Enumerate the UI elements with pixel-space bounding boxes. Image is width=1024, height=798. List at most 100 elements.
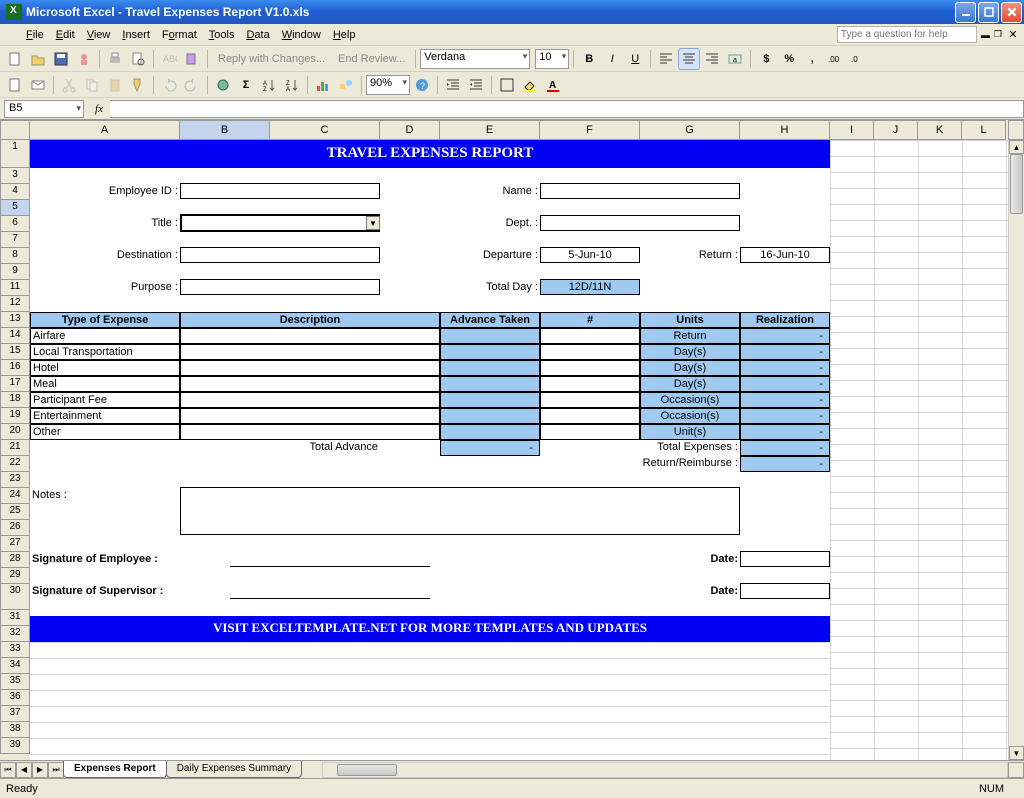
undo-button[interactable] xyxy=(158,74,180,96)
row-header-14[interactable]: 14 xyxy=(0,328,30,344)
window-close-button[interactable] xyxy=(1001,2,1022,23)
tab-next-button[interactable]: ▶ xyxy=(32,762,48,778)
table-cell-num-1[interactable] xyxy=(540,344,640,360)
align-left-button[interactable] xyxy=(655,48,677,70)
table-cell-advance-4[interactable] xyxy=(440,392,540,408)
hscroll-thumb[interactable] xyxy=(337,764,397,776)
row-header-28[interactable]: 28 xyxy=(0,552,30,568)
font-size-selector[interactable]: 10 xyxy=(535,49,569,69)
row-header-22[interactable]: 22 xyxy=(0,456,30,472)
table-cell-num-6[interactable] xyxy=(540,424,640,440)
table-cell-type-2[interactable]: Hotel xyxy=(30,360,180,376)
spelling-button[interactable]: ABC xyxy=(158,48,180,70)
table-cell-desc-2[interactable] xyxy=(180,360,440,376)
select-all-corner[interactable] xyxy=(0,120,30,140)
formula-input[interactable] xyxy=(110,100,1024,118)
table-cell-advance-0[interactable] xyxy=(440,328,540,344)
menu-file[interactable]: File xyxy=(20,27,50,43)
new-blank-button[interactable] xyxy=(4,74,26,96)
sheet-tab-daily-summary[interactable]: Daily Expenses Summary xyxy=(166,761,302,778)
percent-button[interactable]: % xyxy=(778,48,800,70)
table-cell-advance-1[interactable] xyxy=(440,344,540,360)
table-cell-type-4[interactable]: Participant Fee xyxy=(30,392,180,408)
row-header-29[interactable]: 29 xyxy=(0,568,30,584)
field-date-1[interactable] xyxy=(740,551,830,567)
col-header-d[interactable]: D xyxy=(380,120,440,140)
currency-button[interactable]: $ xyxy=(755,48,777,70)
table-cell-desc-0[interactable] xyxy=(180,328,440,344)
row-header-7[interactable]: 7 xyxy=(0,232,30,248)
table-cell-type-5[interactable]: Entertainment xyxy=(30,408,180,424)
tab-last-button[interactable]: ⏭ xyxy=(48,762,64,778)
table-cell-advance-5[interactable] xyxy=(440,408,540,424)
row-header-35[interactable]: 35 xyxy=(0,674,30,690)
tab-prev-button[interactable]: ◀ xyxy=(16,762,32,778)
field-destination[interactable] xyxy=(180,247,380,263)
row-header-11[interactable]: 11 xyxy=(0,280,30,296)
help-button[interactable]: ? xyxy=(411,74,433,96)
row-header-1[interactable]: 1 xyxy=(0,140,30,168)
col-header-c[interactable]: C xyxy=(270,120,380,140)
col-header-a[interactable]: A xyxy=(30,120,180,140)
sort-asc-button[interactable]: AZ xyxy=(258,74,280,96)
menu-edit[interactable]: Edit xyxy=(50,27,81,43)
col-header-e[interactable]: E xyxy=(440,120,540,140)
menu-window[interactable]: Window xyxy=(276,27,327,43)
menu-insert[interactable]: Insert xyxy=(116,27,156,43)
table-cell-desc-6[interactable] xyxy=(180,424,440,440)
row-header-12[interactable]: 12 xyxy=(0,296,30,312)
increase-indent-button[interactable] xyxy=(465,74,487,96)
field-dept[interactable] xyxy=(540,215,740,231)
row-header-26[interactable]: 26 xyxy=(0,520,30,536)
col-header-g[interactable]: G xyxy=(640,120,740,140)
permission-button[interactable] xyxy=(73,48,95,70)
col-header-j[interactable]: J xyxy=(874,120,918,140)
row-header-9[interactable]: 9 xyxy=(0,264,30,280)
comma-button[interactable]: , xyxy=(801,48,823,70)
doc-restore-button[interactable]: ❐ xyxy=(994,29,1002,40)
menu-data[interactable]: Data xyxy=(240,27,275,43)
table-cell-desc-1[interactable] xyxy=(180,344,440,360)
col-header-h[interactable]: H xyxy=(740,120,830,140)
drawing-button[interactable] xyxy=(335,74,357,96)
row-header-36[interactable]: 36 xyxy=(0,690,30,706)
table-cell-num-0[interactable] xyxy=(540,328,640,344)
sort-desc-button[interactable]: ZA xyxy=(281,74,303,96)
col-header-l[interactable]: L xyxy=(962,120,1006,140)
table-cell-type-3[interactable]: Meal xyxy=(30,376,180,392)
col-header-i[interactable]: I xyxy=(830,120,874,140)
row-header-16[interactable]: 16 xyxy=(0,360,30,376)
row-header-6[interactable]: 6 xyxy=(0,216,30,232)
row-header-13[interactable]: 13 xyxy=(0,312,30,328)
italic-button[interactable]: I xyxy=(601,48,623,70)
help-search-input[interactable] xyxy=(837,26,977,43)
row-header-17[interactable]: 17 xyxy=(0,376,30,392)
bold-button[interactable]: B xyxy=(578,48,600,70)
font-color-button[interactable]: A xyxy=(542,74,564,96)
field-employee-id[interactable] xyxy=(180,183,380,199)
window-minimize-button[interactable] xyxy=(955,2,976,23)
fx-icon[interactable]: fx xyxy=(90,100,108,118)
scroll-down-icon[interactable]: ▼ xyxy=(1009,746,1024,760)
autosum-button[interactable]: Σ xyxy=(235,74,257,96)
cut-button[interactable] xyxy=(58,74,80,96)
row-header-32[interactable]: 32 xyxy=(0,626,30,642)
row-header-33[interactable]: 33 xyxy=(0,642,30,658)
align-right-button[interactable] xyxy=(701,48,723,70)
col-header-f[interactable]: F xyxy=(540,120,640,140)
row-header-39[interactable]: 39 xyxy=(0,738,30,754)
table-cell-desc-5[interactable] xyxy=(180,408,440,424)
vertical-scrollbar[interactable]: ▲ ▼ xyxy=(1008,140,1024,760)
menu-format[interactable]: Format xyxy=(156,27,203,43)
field-date-2[interactable] xyxy=(740,583,830,599)
email-button[interactable] xyxy=(27,74,49,96)
field-title-selected[interactable] xyxy=(180,214,380,232)
menu-tools[interactable]: Tools xyxy=(203,27,241,43)
table-cell-type-1[interactable]: Local Transportation xyxy=(30,344,180,360)
table-cell-desc-4[interactable] xyxy=(180,392,440,408)
save-button[interactable] xyxy=(50,48,72,70)
row-header-5[interactable]: 5 xyxy=(0,200,30,216)
fill-color-button[interactable] xyxy=(519,74,541,96)
row-header-4[interactable]: 4 xyxy=(0,184,30,200)
col-header-k[interactable]: K xyxy=(918,120,962,140)
